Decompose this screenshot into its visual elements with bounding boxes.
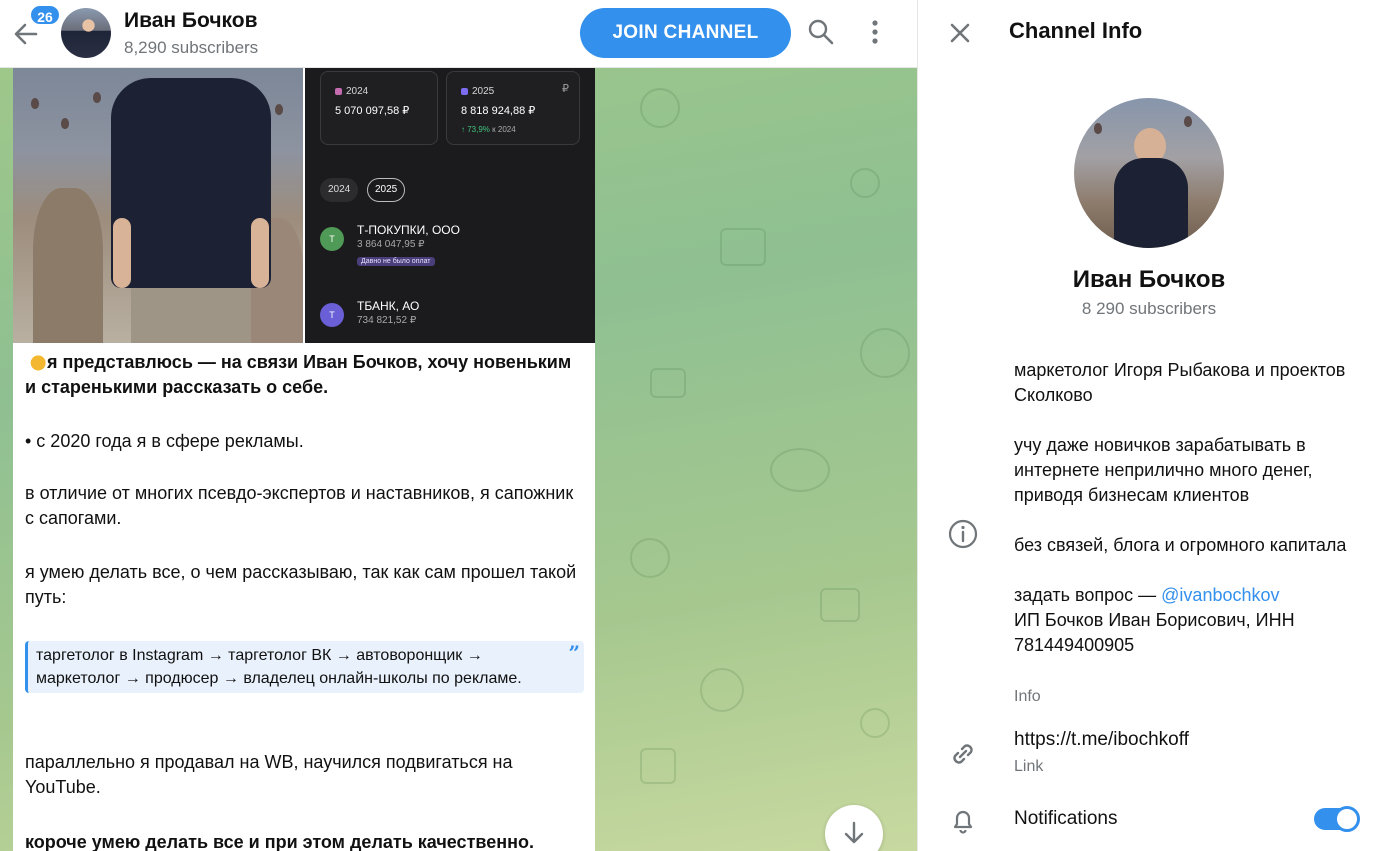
close-icon	[950, 23, 970, 43]
channel-name: Иван Бочков	[1072, 266, 1226, 293]
more-menu-button[interactable]	[857, 14, 893, 50]
card-amount: 5 070 097,58 ₽	[335, 105, 410, 117]
balloon	[93, 92, 101, 103]
blockquote-text: таргетолог в Instagram → таргетолог ВК →…	[36, 647, 522, 687]
chat-header: 26 Иван Бочков 8,290 subscribers JOIN CH…	[0, 0, 917, 68]
bank-letter-icon: Т	[320, 227, 344, 251]
notifications-label: Notifications	[1014, 808, 1118, 829]
arrow-down-icon	[844, 821, 864, 844]
card-year: 2025	[472, 86, 495, 97]
currency-sign: ₽	[562, 83, 569, 95]
unread-badge: 26	[29, 4, 61, 26]
message-paragraph: параллельно я продавал на WB, научился п…	[25, 752, 513, 797]
toggle-knob	[1334, 806, 1360, 832]
wallpaper-doodle	[640, 748, 676, 784]
channel-avatar-large[interactable]	[1074, 98, 1224, 248]
wallpaper-doodle	[820, 588, 860, 622]
search-icon	[808, 19, 834, 45]
bank-name: ТБАНК, АО	[357, 299, 420, 313]
person-shirt	[111, 78, 271, 288]
balloon	[1184, 116, 1192, 127]
description-line: без связей, блога и огромного капитала	[1014, 535, 1347, 555]
message-paragraph: я умею делать все, о чем рассказываю, та…	[25, 562, 577, 607]
wallpaper-doodle	[700, 668, 744, 712]
channel-link[interactable]: https://t.me/ibochkoff	[1014, 729, 1189, 751]
message-paragraph: в отличие от многих псевдо-экспертов и н…	[25, 483, 574, 528]
description-contact: задать вопрос — @ivanbochkov ИП Бочков Ив…	[1014, 585, 1295, 655]
description-line: маркетолог Игоря Рыбакова и проектов Ско…	[1014, 360, 1346, 405]
bell-icon	[953, 810, 973, 834]
bank-letter-icon: Т	[320, 303, 344, 327]
description-line: учу даже новичков зарабатывать в интерне…	[1014, 435, 1313, 505]
wallpaper-doodle	[860, 328, 910, 378]
notifications-toggle[interactable]	[1314, 806, 1360, 832]
bank-tag: Давно не было оплат	[357, 257, 435, 266]
chat-panel: 26 Иван Бочков 8,290 subscribers JOIN CH…	[0, 0, 917, 851]
bank-value: 734 821,52 ₽	[357, 315, 417, 326]
avatar-shirt	[1114, 158, 1188, 248]
channel-avatar[interactable]	[61, 8, 111, 58]
wallpaper-doodle	[650, 368, 686, 398]
year-card-2024: 2024 5 070 097,58 ₽	[320, 71, 438, 145]
close-button[interactable]	[944, 17, 976, 49]
bank-name: Т-ПОКУПКИ, ООО	[357, 223, 460, 237]
channel-title[interactable]: Иван Бочков	[124, 9, 258, 33]
wallpaper-doodle	[860, 708, 890, 738]
search-button[interactable]	[803, 14, 839, 50]
link-label: Link	[1014, 758, 1044, 775]
balloon	[61, 118, 69, 129]
year-chip-2025: 2025	[367, 178, 406, 202]
blockquote: таргетолог в Instagram → таргетолог ВК →…	[25, 641, 584, 693]
balloon	[275, 104, 283, 115]
quote-icon: ”	[568, 641, 580, 665]
balloon	[1094, 123, 1102, 134]
wallpaper-doodle	[720, 228, 766, 266]
card-delta: ↑ 73,9% к 2024	[461, 125, 516, 134]
moon-emoji-icon	[25, 353, 47, 371]
person-arm	[113, 218, 131, 288]
photo-person[interactable]	[13, 68, 303, 343]
card-amount: 8 818 924,88 ₽	[461, 105, 536, 117]
rock	[33, 188, 103, 343]
message-intro: я представлюсь — на связи Иван Бочков, х…	[25, 352, 572, 397]
wallpaper-doodle	[770, 448, 830, 492]
wallpaper-doodle	[640, 88, 680, 128]
bank-screenshot[interactable]: 2024 5 070 097,58 ₽ ₽ 2025 8 818 924,88 …	[305, 68, 595, 343]
more-vertical-icon	[872, 20, 878, 44]
panel-title: Channel Info	[1009, 18, 1143, 43]
channel-info-panel: Channel Info Иван Бочков 8 290 subscribe…	[917, 0, 1379, 851]
bank-value: 3 864 047,95 ₽	[357, 239, 425, 250]
subscriber-count: 8,290 subscribers	[124, 38, 259, 57]
message-paragraph: короче умею делать все и при этом делать…	[25, 832, 534, 851]
balloon	[31, 98, 39, 109]
info-icon	[948, 519, 978, 549]
info-label: Info	[1014, 688, 1041, 705]
card-year: 2024	[346, 86, 369, 97]
message-bubble: 2024 5 070 097,58 ₽ ₽ 2025 8 818 924,88 …	[13, 68, 595, 851]
link-icon	[953, 744, 973, 764]
channel-subscribers: 8 290 subscribers	[1081, 299, 1217, 318]
year-chip-2024: 2024	[320, 178, 359, 202]
legal-info: ИП Бочков Иван Борисович, ИНН 7814494009…	[1014, 610, 1295, 655]
join-channel-button[interactable]: JOIN CHANNEL	[580, 8, 791, 58]
year-card-2025: ₽ 2025 8 818 924,88 ₽ ↑ 73,9% к 2024	[446, 71, 580, 145]
wallpaper-doodle	[630, 538, 670, 578]
media-album: 2024 5 070 097,58 ₽ ₽ 2025 8 818 924,88 …	[13, 68, 595, 343]
wallpaper-doodle	[850, 168, 880, 198]
message-paragraph: • с 2020 года я в сфере рекламы.	[25, 431, 304, 451]
username-link[interactable]: @ivanbochkov	[1161, 585, 1279, 605]
channel-description: маркетолог Игоря Рыбакова и проектов Ско…	[1014, 358, 1364, 658]
person-arm	[251, 218, 269, 288]
